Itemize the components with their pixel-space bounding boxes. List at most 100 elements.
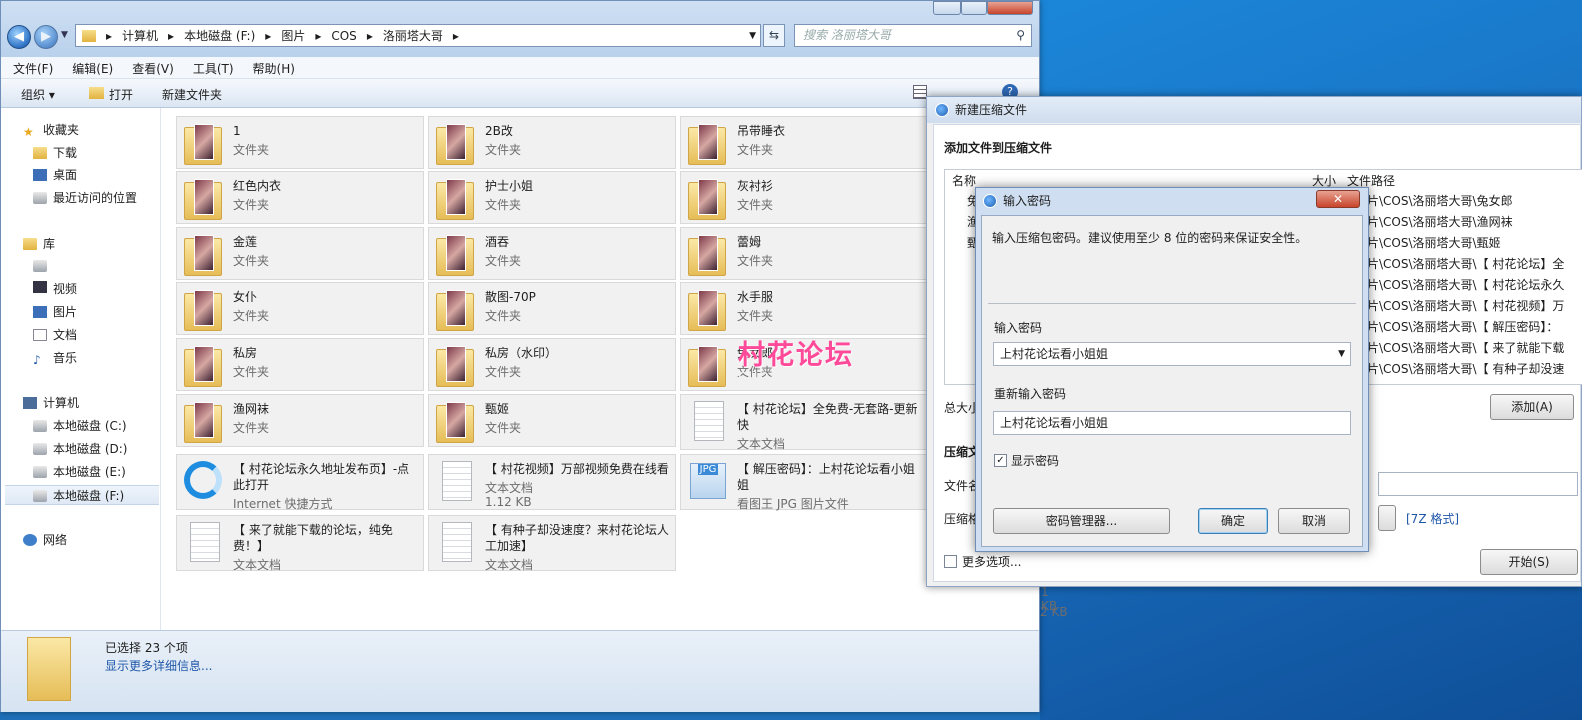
- view-options-icon[interactable]: [913, 85, 927, 99]
- breadcrumb-item[interactable]: COS: [331, 29, 356, 43]
- path-cell: 图片\COS\洛丽塔大哥\甄姬: [1355, 236, 1501, 250]
- drive-icon: [33, 490, 47, 502]
- breadcrumb-item[interactable]: 本地磁盘 (F:): [184, 27, 255, 44]
- internet-shortcut-icon: [184, 461, 222, 499]
- file-item[interactable]: JPG 【 解压密码】：上村花论坛看小姐姐 看图王 JPG 图片文件: [680, 454, 928, 511]
- nav-favorites[interactable]: ★ 收藏夹: [23, 120, 181, 140]
- breadcrumb-item[interactable]: 计算机: [122, 27, 158, 44]
- show-password-label[interactable]: 显示密码: [1011, 452, 1059, 469]
- new-folder-button[interactable]: 新建文件夹: [162, 86, 222, 103]
- nav-network[interactable]: 网络: [23, 530, 181, 550]
- folder-icon: [688, 235, 726, 276]
- folder-item[interactable]: 1 文件夹: [176, 116, 424, 169]
- nav-drive-f[interactable]: 本地磁盘 (F:): [5, 485, 159, 505]
- explorer-titlebar: ◀ ▶ ▼ ▸ 计算机 ▸ 本地磁盘 (F:) ▸ 图片 ▸ COS ▸ 洛丽塔…: [1, 1, 1039, 57]
- folder-item[interactable]: 2B改 文件夹: [428, 116, 676, 169]
- selection-thumbnail-icon: [27, 637, 71, 701]
- explorer-window: ◀ ▶ ▼ ▸ 计算机 ▸ 本地磁盘 (F:) ▸ 图片 ▸ COS ▸ 洛丽塔…: [0, 0, 1057, 712]
- folder-item[interactable]: 灰衬衫 文件夹: [680, 171, 928, 224]
- menu-view[interactable]: 查看(V): [120, 57, 181, 78]
- folder-item[interactable]: 私房 文件夹: [176, 338, 424, 391]
- show-details-link[interactable]: 显示更多详细信息...: [105, 657, 212, 674]
- file-item[interactable]: 【 有种子却没速度？来村花论坛人工加速】 文本文档: [428, 515, 676, 572]
- folder-item[interactable]: 酒吞 文件夹: [428, 227, 676, 280]
- more-options-checkbox[interactable]: [944, 555, 957, 568]
- confirm-password-input[interactable]: 上村花论坛看小姐姐: [993, 411, 1351, 435]
- maximize-button[interactable]: [961, 1, 987, 15]
- folder-icon: [436, 235, 474, 276]
- music-icon: ♪: [33, 353, 41, 367]
- dialog-close-icon[interactable]: ✕: [1316, 190, 1360, 208]
- start-button[interactable]: 开始(S): [1480, 549, 1578, 575]
- folder-item[interactable]: 渔网袜 文件夹: [176, 394, 424, 447]
- refresh-icon[interactable]: ⇆: [763, 24, 785, 47]
- cancel-button[interactable]: 取消: [1278, 508, 1350, 534]
- folder-icon: [436, 402, 474, 443]
- folder-icon: [184, 290, 222, 331]
- organize-button[interactable]: 组织 ▾: [21, 86, 55, 103]
- folder-item[interactable]: 女仆 文件夹: [176, 282, 424, 335]
- downloads-icon: [33, 147, 47, 159]
- folder-item[interactable]: 私房（水印） 文件夹: [428, 338, 676, 391]
- library-icon: [33, 260, 47, 272]
- address-bar[interactable]: ▸ 计算机 ▸ 本地磁盘 (F:) ▸ 图片 ▸ COS ▸ 洛丽塔大哥 ▸ ▼: [75, 24, 761, 47]
- breadcrumb-item[interactable]: 洛丽塔大哥: [383, 27, 443, 44]
- history-dropdown-icon[interactable]: ▼: [61, 30, 68, 40]
- text-document-icon: [442, 461, 472, 501]
- minimize-button[interactable]: [933, 1, 961, 15]
- folder-icon: [436, 179, 474, 220]
- path-cell: 图片\COS\洛丽塔大哥\【 村花论坛】全: [1355, 257, 1565, 271]
- menu-tools[interactable]: 工具(T): [181, 57, 241, 78]
- nav-libraries[interactable]: 库: [23, 234, 181, 254]
- folder-item[interactable]: 红色内衣 文件夹: [176, 171, 424, 224]
- file-item[interactable]: 【 村花论坛】全免费-无套路-更新快 文本文档: [680, 394, 928, 451]
- file-item[interactable]: 【 来了就能下载的论坛，纯免费！】 文本文档: [176, 515, 424, 572]
- menu-help[interactable]: 帮助(H): [241, 57, 302, 78]
- desktop-icon: [33, 169, 47, 181]
- menu-file[interactable]: 文件(F): [1, 57, 60, 78]
- password-body: 输入压缩包密码。建议使用至少 8 位的密码来保证安全性。 输入密码 上村花论坛看…: [981, 215, 1363, 547]
- folder-item[interactable]: 散图-70P 文件夹: [428, 282, 676, 335]
- open-button[interactable]: 打开: [109, 86, 133, 103]
- libraries-icon: [23, 238, 37, 250]
- more-options-label[interactable]: 更多选项...: [962, 553, 1021, 570]
- password-combobox[interactable]: 上村花论坛看小姐姐 ▼: [993, 342, 1351, 366]
- address-dropdown-icon[interactable]: ▼: [749, 31, 756, 41]
- folder-item[interactable]: 甄姬 文件夹: [428, 394, 676, 447]
- folder-item[interactable]: 水手服 文件夹: [680, 282, 928, 335]
- path-cell: 图片\COS\洛丽塔大哥\【 解压密码】：: [1355, 320, 1559, 334]
- search-icon: ⚲: [1016, 28, 1025, 42]
- file-item[interactable]: 【 村花论坛永久地址发布页】-点此打开 Internet 快捷方式: [176, 454, 424, 511]
- menu-edit[interactable]: 编辑(E): [60, 57, 120, 78]
- folder-icon: [184, 235, 222, 276]
- breadcrumb-item[interactable]: 图片: [281, 27, 305, 44]
- folder-item[interactable]: 蕾姆 文件夹: [680, 227, 928, 280]
- folder-item[interactable]: 护士小姐 文件夹: [428, 171, 676, 224]
- filename-input[interactable]: [1378, 472, 1578, 496]
- drive-icon: [33, 420, 47, 432]
- file-item[interactable]: 【 村花视频】万部视频免费在线看 文本文档 1.12 KB: [428, 454, 676, 510]
- nav-computer[interactable]: 计算机: [23, 393, 181, 413]
- format-button[interactable]: [1378, 505, 1396, 531]
- folder-item[interactable]: 金莲 文件夹: [176, 227, 424, 280]
- format-link[interactable]: [7Z 格式]: [1406, 510, 1459, 527]
- path-cell: 图片\COS\洛丽塔大哥\【 来了就能下载: [1355, 341, 1565, 355]
- forward-button[interactable]: ▶: [34, 25, 58, 49]
- folder-icon: [184, 179, 222, 220]
- video-icon: [33, 281, 47, 293]
- back-button[interactable]: ◀: [7, 25, 31, 49]
- search-input[interactable]: 搜索 洛丽塔大哥 ⚲: [794, 24, 1032, 47]
- column-name[interactable]: 名称: [952, 172, 976, 189]
- dropdown-icon[interactable]: ▼: [1338, 343, 1345, 365]
- folder-icon: [688, 290, 726, 331]
- path-cell: 图片\COS\洛丽塔大哥\兔女郎: [1355, 194, 1513, 208]
- ok-button[interactable]: 确定: [1198, 508, 1268, 534]
- close-button[interactable]: [987, 1, 1033, 15]
- add-button[interactable]: 添加(A): [1490, 394, 1574, 420]
- folder-icon: [688, 124, 726, 165]
- path-cell: 图片\COS\洛丽塔大哥\【 有种子却没速: [1355, 362, 1565, 376]
- folder-item[interactable]: 吊带睡衣 文件夹: [680, 116, 928, 169]
- show-password-checkbox[interactable]: ✓: [994, 454, 1007, 467]
- password-manager-button[interactable]: 密码管理器...: [993, 508, 1170, 534]
- command-bar: 组织 ▾ 打开 新建文件夹 ?: [1, 79, 1039, 108]
